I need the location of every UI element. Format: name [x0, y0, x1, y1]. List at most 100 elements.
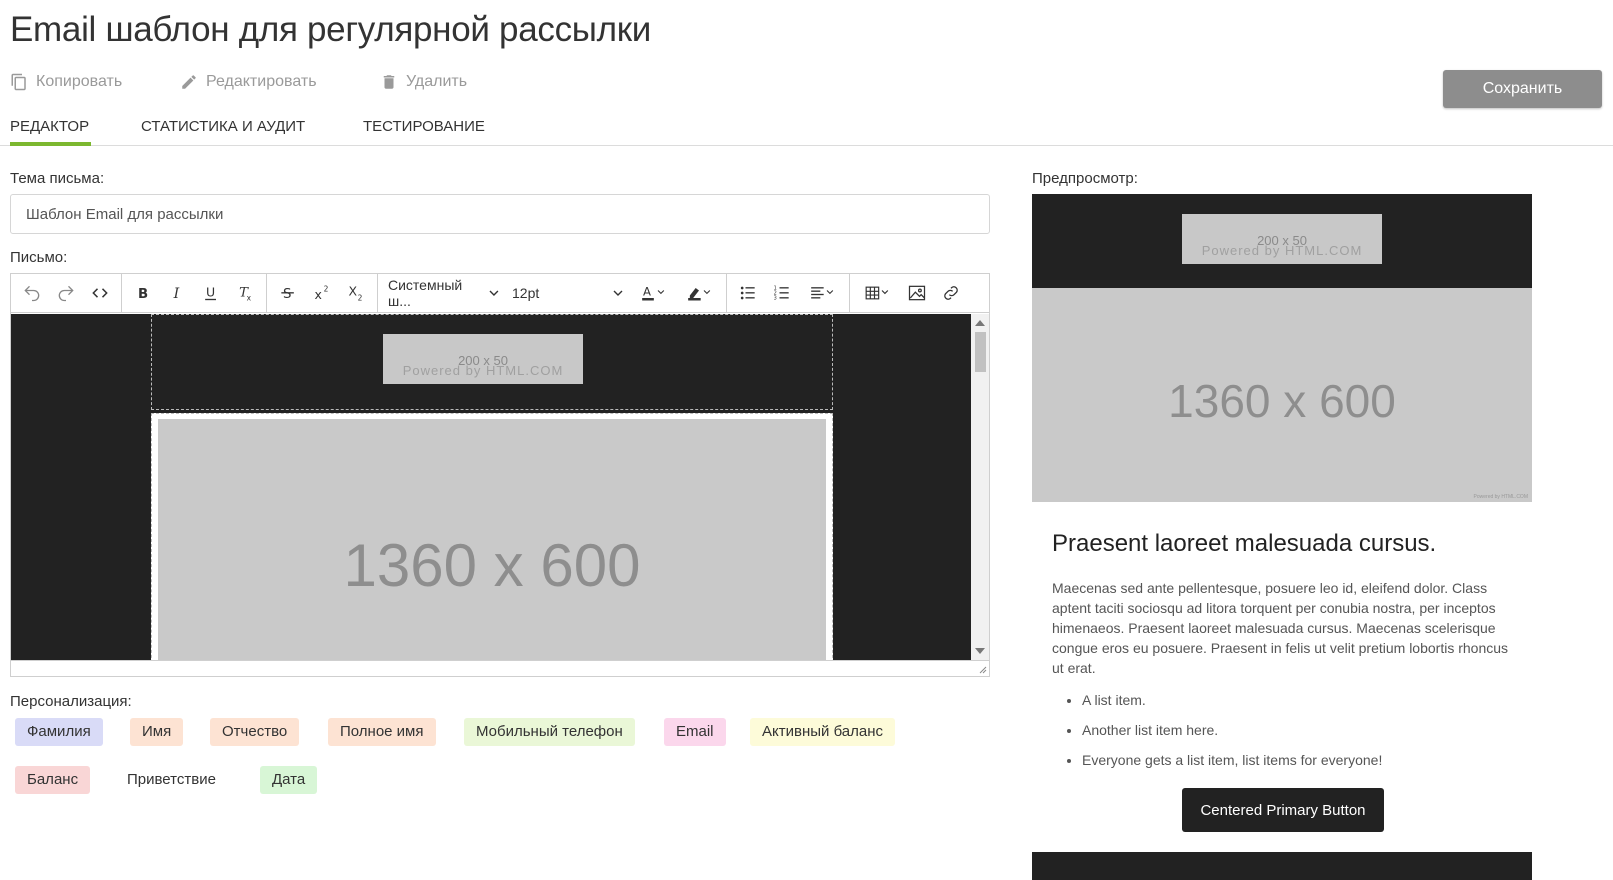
superscript-icon[interactable]: x2	[305, 278, 339, 308]
tab-testing[interactable]: ТЕСТИРОВАНИЕ	[363, 118, 485, 135]
align-icon[interactable]	[799, 278, 845, 308]
undo-icon[interactable]	[15, 278, 49, 308]
table-icon[interactable]	[854, 278, 900, 308]
strikethrough-icon[interactable]: S	[271, 278, 305, 308]
script-group: S x2 X2	[267, 273, 378, 313]
preview-logo-placeholder: 200 x 50 Powered by HTML.COM	[1182, 214, 1382, 264]
pencil-icon	[182, 75, 196, 89]
font-family-value: Системный ш...	[388, 277, 463, 309]
preview-header: 200 x 50 Powered by HTML.COM	[1032, 194, 1532, 288]
preview-hero-powered-text: Powered by HTML.COM	[1473, 494, 1528, 500]
delete-button[interactable]: Удалить	[380, 73, 467, 91]
subscript-icon[interactable]: X2	[339, 278, 373, 308]
trash-icon	[383, 75, 395, 89]
personalization-label: Персонализация:	[10, 693, 132, 710]
resize-handle-icon[interactable]	[977, 664, 987, 674]
history-group	[11, 273, 122, 313]
chip-patronymic[interactable]: Отчество	[210, 718, 300, 746]
edit-label: Редактировать	[206, 73, 317, 90]
preview-heading: Praesent laoreet malesuada cursus.	[1052, 530, 1437, 557]
editor-canvas[interactable]: 200 x 50 Powered by HTML.COM 1360 x 600	[11, 314, 971, 660]
preview-label: Предпросмотр:	[1032, 170, 1138, 187]
chip-active-balance[interactable]: Активный баланс	[750, 718, 896, 746]
chip-balance[interactable]: Баланс	[15, 766, 91, 794]
numbered-list-icon[interactable]: 123	[765, 278, 799, 308]
bullet-list-icon[interactable]	[731, 278, 765, 308]
email-header-block[interactable]: 200 x 50 Powered by HTML.COM	[151, 314, 833, 410]
email-preview: 200 x 50 Powered by HTML.COM 1360 x 600 …	[1032, 194, 1532, 880]
subject-input[interactable]	[10, 194, 990, 234]
action-bar: Копировать Редактировать Удалить	[10, 70, 467, 94]
editor-toolbar: B I U Tx S x2 X2 Системный ш... 12pt A 1…	[11, 273, 989, 313]
scroll-up-arrow-icon[interactable]	[975, 320, 985, 326]
list-item: Another list item here.	[1082, 720, 1522, 750]
email-hero-block[interactable]: 1360 x 600	[151, 413, 833, 660]
logo-powered-text: Powered by HTML.COM	[402, 363, 564, 378]
insert-group	[850, 274, 972, 313]
svg-text:U: U	[206, 284, 215, 299]
preview-footer	[1032, 852, 1532, 880]
svg-text:2: 2	[358, 294, 363, 303]
svg-text:I: I	[173, 286, 180, 302]
svg-text:2: 2	[324, 284, 329, 293]
copy-button[interactable]: Копировать	[10, 73, 180, 91]
format-group: B I U Tx	[122, 273, 267, 313]
bold-icon[interactable]: B	[126, 278, 160, 308]
code-icon[interactable]	[83, 278, 117, 308]
link-icon[interactable]	[934, 278, 968, 308]
svg-text:A: A	[643, 285, 651, 299]
preview-list: A list item. Another list item here. Eve…	[1082, 690, 1522, 780]
clear-format-icon[interactable]: Tx	[228, 278, 262, 308]
scroll-thumb[interactable]	[975, 332, 986, 372]
redo-icon[interactable]	[49, 278, 83, 308]
tab-stats-audit[interactable]: СТАТИСТИКА И АУДИТ	[141, 118, 305, 135]
delete-label: Удалить	[406, 73, 468, 90]
font-size-select[interactable]: 12pt	[506, 278, 630, 308]
svg-text:S: S	[283, 287, 291, 302]
chevron-down-icon	[613, 290, 623, 296]
editor-status-bar	[11, 660, 989, 676]
page-title: Email шаблон для регулярной рассылки	[10, 10, 652, 49]
rich-text-editor: B I U Tx S x2 X2 Системный ш... 12pt A 1…	[10, 273, 990, 677]
highlight-icon[interactable]	[676, 278, 722, 308]
copy-icon	[11, 73, 26, 91]
font-color-icon[interactable]: A	[630, 278, 676, 308]
hero-image-placeholder[interactable]: 1360 x 600	[158, 419, 826, 660]
letter-label: Письмо:	[10, 249, 68, 266]
tab-editor[interactable]: РЕДАКТОР	[10, 118, 89, 135]
edit-button[interactable]: Редактировать	[180, 73, 380, 91]
preview-hero-size-text: 1360 x 600	[1168, 375, 1396, 427]
svg-text:x: x	[247, 294, 252, 303]
font-size-value: 12pt	[512, 285, 540, 301]
svg-text:3: 3	[774, 296, 777, 302]
chevron-down-icon	[489, 290, 499, 296]
underline-icon[interactable]: U	[194, 278, 228, 308]
chip-greeting[interactable]: Приветствие	[115, 766, 228, 794]
preview-primary-button[interactable]: Centered Primary Button	[1182, 788, 1384, 832]
image-icon[interactable]	[900, 278, 934, 308]
list-group: 123	[727, 273, 850, 313]
italic-icon[interactable]: I	[160, 278, 194, 308]
editor-scrollbar[interactable]	[971, 314, 989, 660]
preview-paragraph: Maecenas sed ante pellentesque, posuere …	[1052, 580, 1509, 676]
font-group: Системный ш... 12pt A	[378, 273, 727, 313]
scroll-down-arrow-icon[interactable]	[975, 648, 985, 654]
chip-mobile-phone[interactable]: Мобильный телефон	[464, 718, 635, 746]
subject-label: Тема письма:	[10, 170, 105, 187]
active-tab-indicator	[10, 142, 91, 146]
preview-hero-image: 1360 x 600 Powered by HTML.COM	[1032, 288, 1532, 502]
save-button[interactable]: Сохранить	[1443, 70, 1602, 108]
chip-date[interactable]: Дата	[260, 766, 318, 794]
svg-text:X: X	[349, 284, 358, 299]
chip-full-name[interactable]: Полное имя	[328, 718, 436, 746]
chip-first-name[interactable]: Имя	[130, 718, 184, 746]
preview-logo-powered-text: Powered by HTML.COM	[1201, 243, 1363, 258]
svg-text:x: x	[315, 287, 322, 302]
chip-last-name[interactable]: Фамилия	[15, 718, 103, 746]
font-family-select[interactable]: Системный ш...	[382, 277, 506, 309]
copy-label: Копировать	[36, 73, 123, 90]
chip-email[interactable]: Email	[664, 718, 726, 746]
hero-size-text: 1360 x 600	[343, 532, 641, 599]
list-item: Everyone gets a list item, list items fo…	[1082, 750, 1522, 780]
logo-placeholder[interactable]: 200 x 50 Powered by HTML.COM	[383, 334, 583, 384]
